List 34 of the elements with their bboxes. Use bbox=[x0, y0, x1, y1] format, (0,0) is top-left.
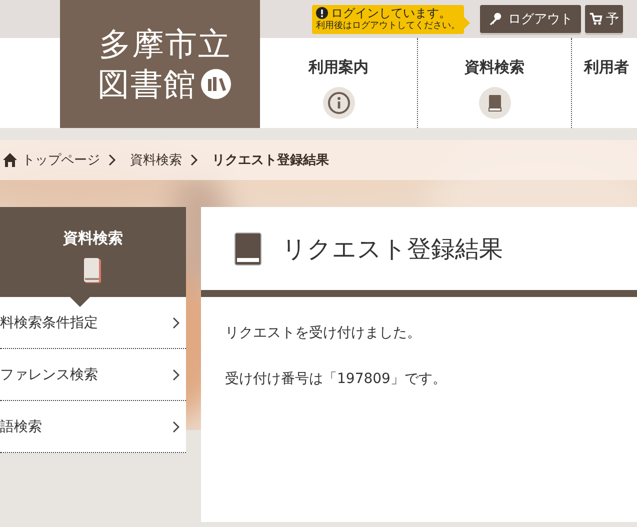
message-text: リクエストを受け付けました。 bbox=[225, 324, 422, 343]
chevron-icon bbox=[172, 368, 180, 380]
cart-button[interactable]: 予 bbox=[585, 5, 623, 33]
book-icon bbox=[478, 87, 510, 119]
info-icon bbox=[322, 87, 354, 119]
home-icon bbox=[2, 152, 18, 168]
key-icon bbox=[488, 12, 502, 26]
chevron-icon bbox=[172, 420, 180, 432]
sidebar-menu-item[interactable]: 語検索 bbox=[0, 401, 186, 453]
message-text: 受け付け番号は「197809」です。 bbox=[225, 370, 448, 389]
sidebar-menu-item[interactable]: ファレンス検索 bbox=[0, 349, 186, 401]
sidebar-menu-item[interactable]: 料検索条件指定 bbox=[0, 297, 186, 349]
book-icon bbox=[234, 232, 262, 266]
breadcrumb-link[interactable]: トップページ bbox=[22, 151, 100, 169]
sidebar-title: 資料検索 bbox=[63, 229, 123, 248]
library-logo[interactable]: 多摩市立 図書館 bbox=[60, 0, 260, 128]
chevron-icon bbox=[172, 316, 180, 328]
notice-text: 利用後はログアウトしてください。 bbox=[316, 20, 460, 32]
logo-text: 多摩市立 bbox=[99, 25, 231, 63]
book-icon bbox=[83, 258, 103, 284]
nav-item[interactable]: 資料検索 bbox=[418, 38, 572, 128]
nav-item[interactable]: 利用者 bbox=[572, 38, 637, 128]
breadcrumb-link[interactable]: 資料検索 bbox=[130, 151, 182, 169]
breadcrumb-current: リクエスト登録結果 bbox=[212, 152, 329, 169]
nav-item[interactable]: 利用案内 bbox=[260, 38, 418, 128]
books-icon bbox=[200, 69, 230, 99]
cart-icon bbox=[589, 12, 603, 26]
exclamation-icon bbox=[316, 6, 328, 18]
chevron-icon bbox=[190, 154, 198, 166]
logout-button[interactable]: ログアウト bbox=[480, 5, 581, 33]
notice-title: ログインしています。 bbox=[331, 6, 451, 20]
page-title: リクエスト登録結果 bbox=[282, 234, 503, 264]
chevron-icon bbox=[108, 154, 116, 166]
logo-text: 図書館 bbox=[98, 65, 196, 103]
